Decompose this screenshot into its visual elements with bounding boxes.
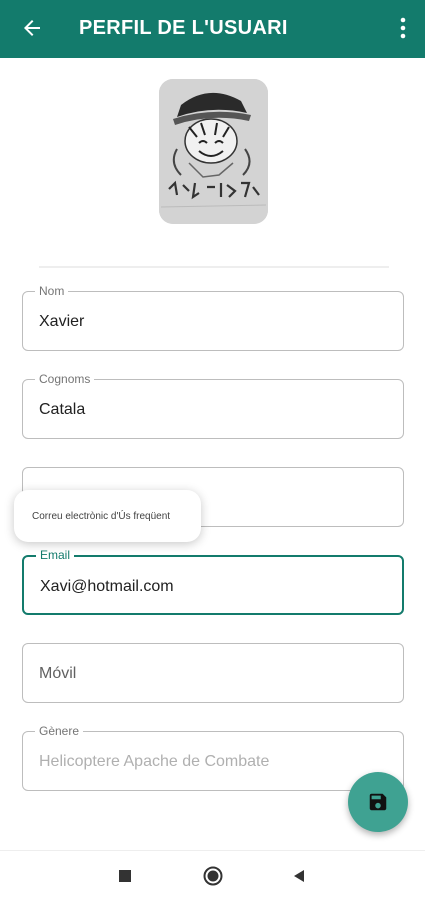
movil-field[interactable] [22,643,404,703]
recents-button[interactable] [114,865,136,887]
nom-input[interactable] [39,310,389,334]
profile-photo-manga-sketch [159,79,268,224]
system-nav-bar [0,850,425,900]
genere-input[interactable] [39,750,389,774]
genere-label: Gènere [35,724,84,738]
save-icon [369,793,387,811]
circle-home-icon [203,866,223,886]
movil-input[interactable] [39,662,389,686]
more-vert-icon [400,17,406,39]
system-back-button[interactable] [288,865,310,887]
arrow-left-icon [24,20,40,36]
overflow-menu-button[interactable] [393,14,413,42]
nom-label: Nom [35,284,69,298]
app-bar: PERFIL DE L'USUARI [0,0,425,58]
square-recents-icon [119,870,131,882]
save-button[interactable] [348,772,408,832]
cognoms-input[interactable] [39,398,389,422]
triangle-back-icon [294,870,304,882]
email-input[interactable] [40,575,390,599]
email-field[interactable]: Email [22,548,404,615]
email-hint-tooltip: Correu electrònic d'Ús freqüent [14,490,201,542]
divider [39,266,389,268]
profile-photo[interactable] [159,79,268,224]
genere-field[interactable]: Gènere [22,724,404,791]
home-button[interactable] [202,865,224,887]
cognoms-field[interactable]: Cognoms [22,372,404,439]
page-title: PERFIL DE L'USUARI [79,17,288,39]
email-label: Email [36,548,75,562]
back-button[interactable] [18,14,46,42]
tooltip-text: Correu electrònic d'Ús freqüent [32,510,171,522]
nom-field[interactable]: Nom [22,284,404,351]
cognoms-label: Cognoms [35,372,95,386]
